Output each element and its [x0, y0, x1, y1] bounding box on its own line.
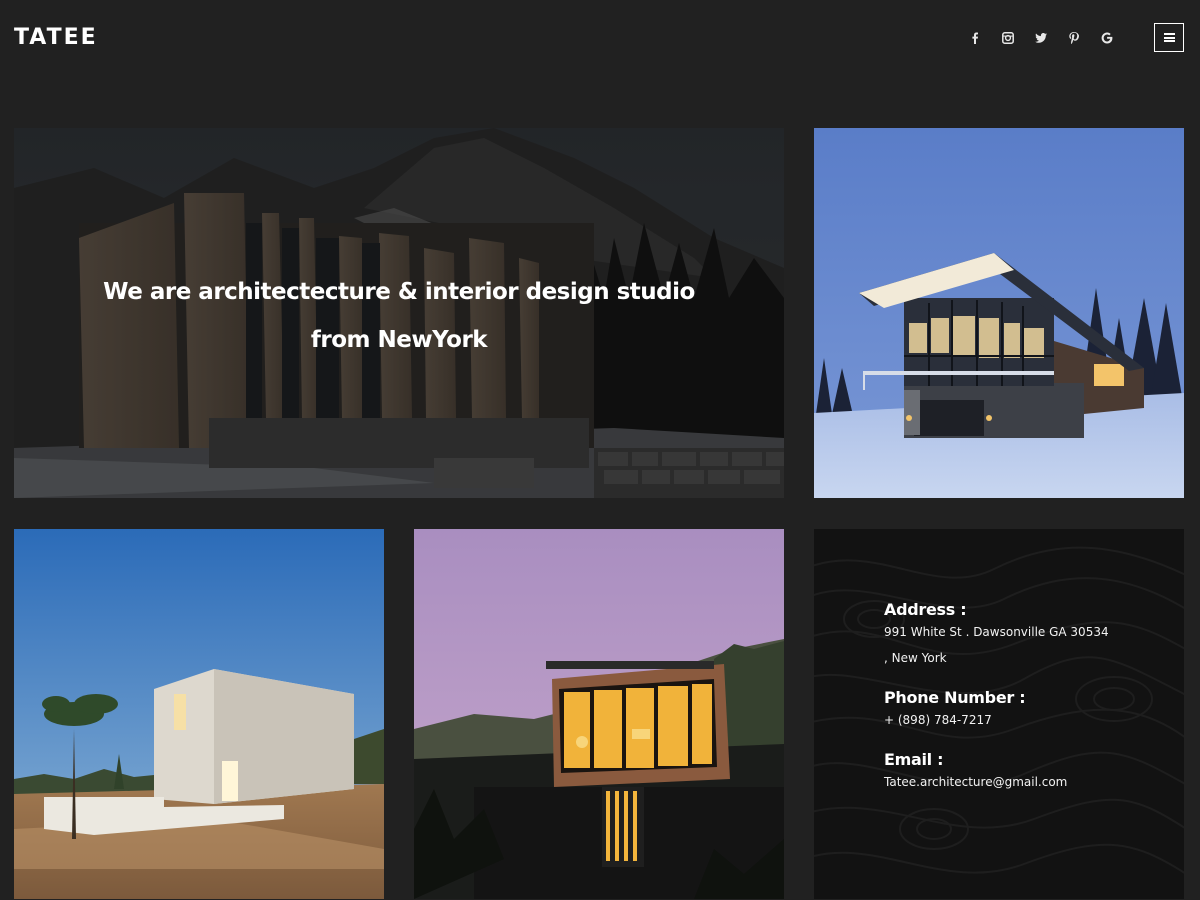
instagram-icon[interactable] — [991, 29, 1024, 47]
phone-value[interactable]: + (898) 784-7217 — [884, 705, 1174, 735]
google-icon[interactable] — [1090, 29, 1123, 47]
pinterest-icon[interactable] — [1057, 29, 1090, 47]
address-block: Address : 991 White St . Dawsonville GA … — [884, 599, 1174, 673]
cantilever-house-image-tile[interactable] — [414, 529, 784, 899]
hero-tagline: We are architectecture & interior design… — [14, 268, 784, 364]
phone-block: Phone Number : + (898) 784-7217 — [884, 687, 1174, 735]
white-cube-image-tile[interactable] — [14, 529, 384, 899]
hero-tagline-line2: from NewYork — [310, 327, 488, 353]
site-logo[interactable]: TATEE — [14, 26, 98, 50]
menu-button[interactable] — [1154, 23, 1184, 52]
hero-image-tile[interactable]: We are architectecture & interior design… — [14, 128, 784, 498]
email-value[interactable]: Tatee.architecture@gmail.com — [884, 767, 1174, 797]
twitter-icon[interactable] — [1024, 29, 1057, 47]
white-cube-house-image — [14, 529, 384, 899]
hero-tagline-line1: We are architectecture & interior design… — [103, 279, 695, 305]
snow-house-image-tile[interactable] — [814, 128, 1184, 498]
modern-snow-house-image — [814, 128, 1184, 498]
facebook-icon[interactable] — [958, 29, 991, 47]
social-links — [958, 29, 1123, 47]
hamburger-menu-icon — [1163, 33, 1175, 42]
address-line2: , New York — [884, 651, 947, 665]
email-block: Email : Tatee.architecture@gmail.com — [884, 749, 1174, 797]
site-header: TATEE — [0, 0, 1200, 76]
contact-info-tile: Address : 991 White St . Dawsonville GA … — [814, 529, 1184, 899]
cantilever-house-dusk-image — [414, 529, 784, 899]
contact-details: Address : 991 White St . Dawsonville GA … — [884, 599, 1174, 811]
